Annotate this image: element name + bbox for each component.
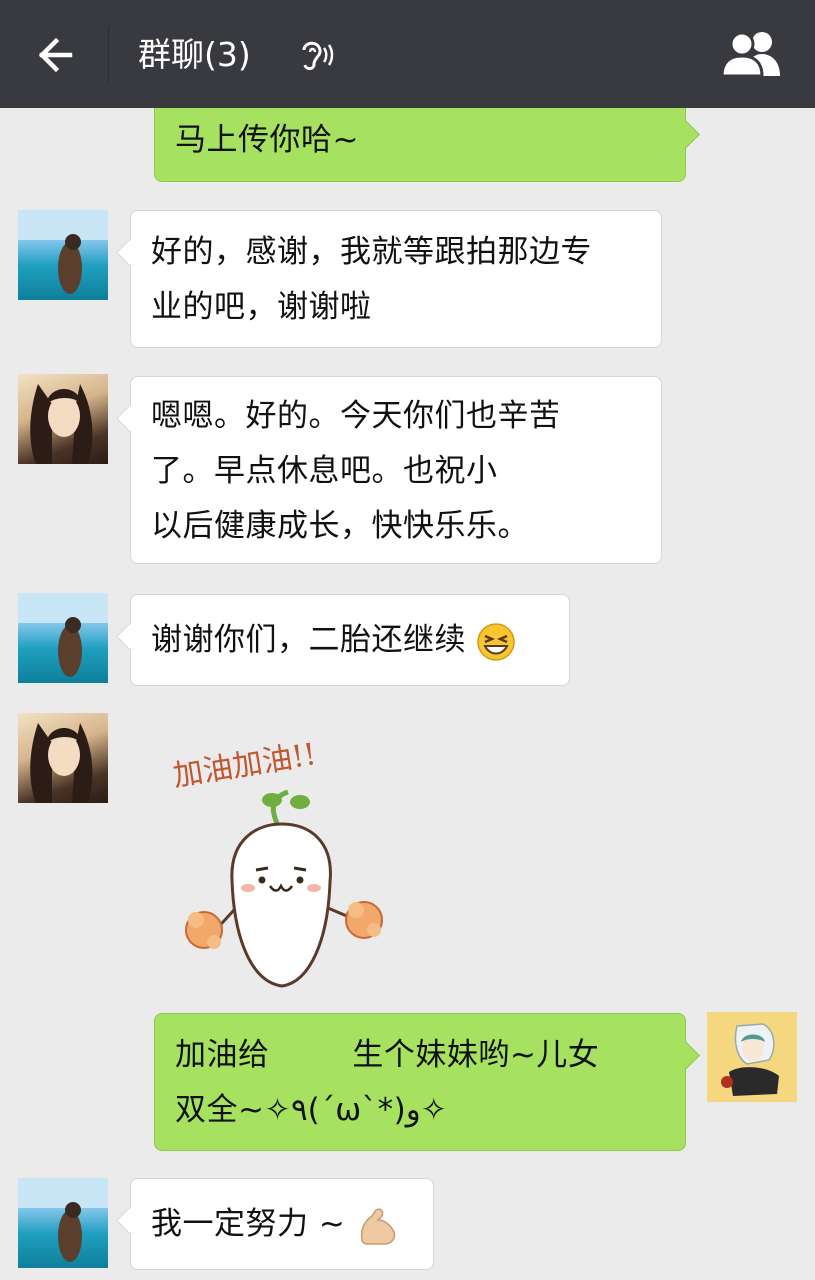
message-bubble-outgoing[interactable]: 加油给 生个妹妹哟~儿女 双全~✧٩(ˊωˋ*)و✧ [154,1013,686,1151]
message-bubble-incoming[interactable]: 谢谢你们，二胎还继续 [130,594,570,686]
avatar-photo-icon [30,384,93,464]
message-bubble-outgoing[interactable]: 马上传你哈~ [154,108,686,182]
message-text: 好的，感谢，我就等跟拍那边专 业的吧，谢谢啦 [151,234,592,325]
message-bubble-incoming[interactable]: 好的，感谢，我就等跟拍那边专 业的吧，谢谢啦 [130,210,662,348]
message-text: 嗯嗯。好的。今天你们也辛苦 了。早点休息吧。也祝小 以后健康成长，快快乐乐。 [151,398,561,544]
message-list[interactable]: 马上传你哈~ 好的，感谢，我就等跟拍那边专 业的吧，谢谢啦 嗯嗯。好的。今天你们… [0,108,815,1280]
title-bar: 群聊(3) [0,0,815,108]
title-divider [108,26,109,82]
ear-icon[interactable] [296,38,334,74]
back-arrow-icon [38,37,73,73]
avatar[interactable] [18,713,108,803]
avatar[interactable] [18,210,108,300]
sticker-message[interactable]: 加油加油!! [160,720,400,1000]
message-text: 马上传你哈~ [175,122,359,158]
message-text: 加油给 生个妹妹哟~儿女 双全~✧٩(ˊωˋ*)و✧ [175,1037,600,1128]
avatar[interactable] [18,1178,108,1268]
message-bubble-incoming[interactable]: 嗯嗯。好的。今天你们也辛苦 了。早点休息吧。也祝小 以后健康成长，快快乐乐。 [130,376,662,564]
message-bubble-incoming[interactable]: 我一定努力 ~ [130,1178,434,1270]
avatar[interactable] [18,374,108,464]
chat-title: 群聊(3) [138,35,251,74]
avatar-photo-icon [30,723,93,803]
avatar[interactable] [18,593,108,683]
message-text: 谢谢你们，二胎还继续 [151,622,466,658]
grinning-squint-emoji [477,622,516,661]
avatar-photo-icon [18,593,108,677]
back-button[interactable] [26,30,82,80]
avatar-anime-icon [707,1012,797,1102]
avatar-self[interactable] [707,1012,797,1102]
flexed-biceps-emoji [360,1208,395,1245]
message-text: 我一定努力 ~ [151,1206,346,1242]
group-members-icon[interactable] [718,28,786,80]
avatar-photo-icon [18,210,108,294]
avatar-photo-icon [18,1178,108,1262]
